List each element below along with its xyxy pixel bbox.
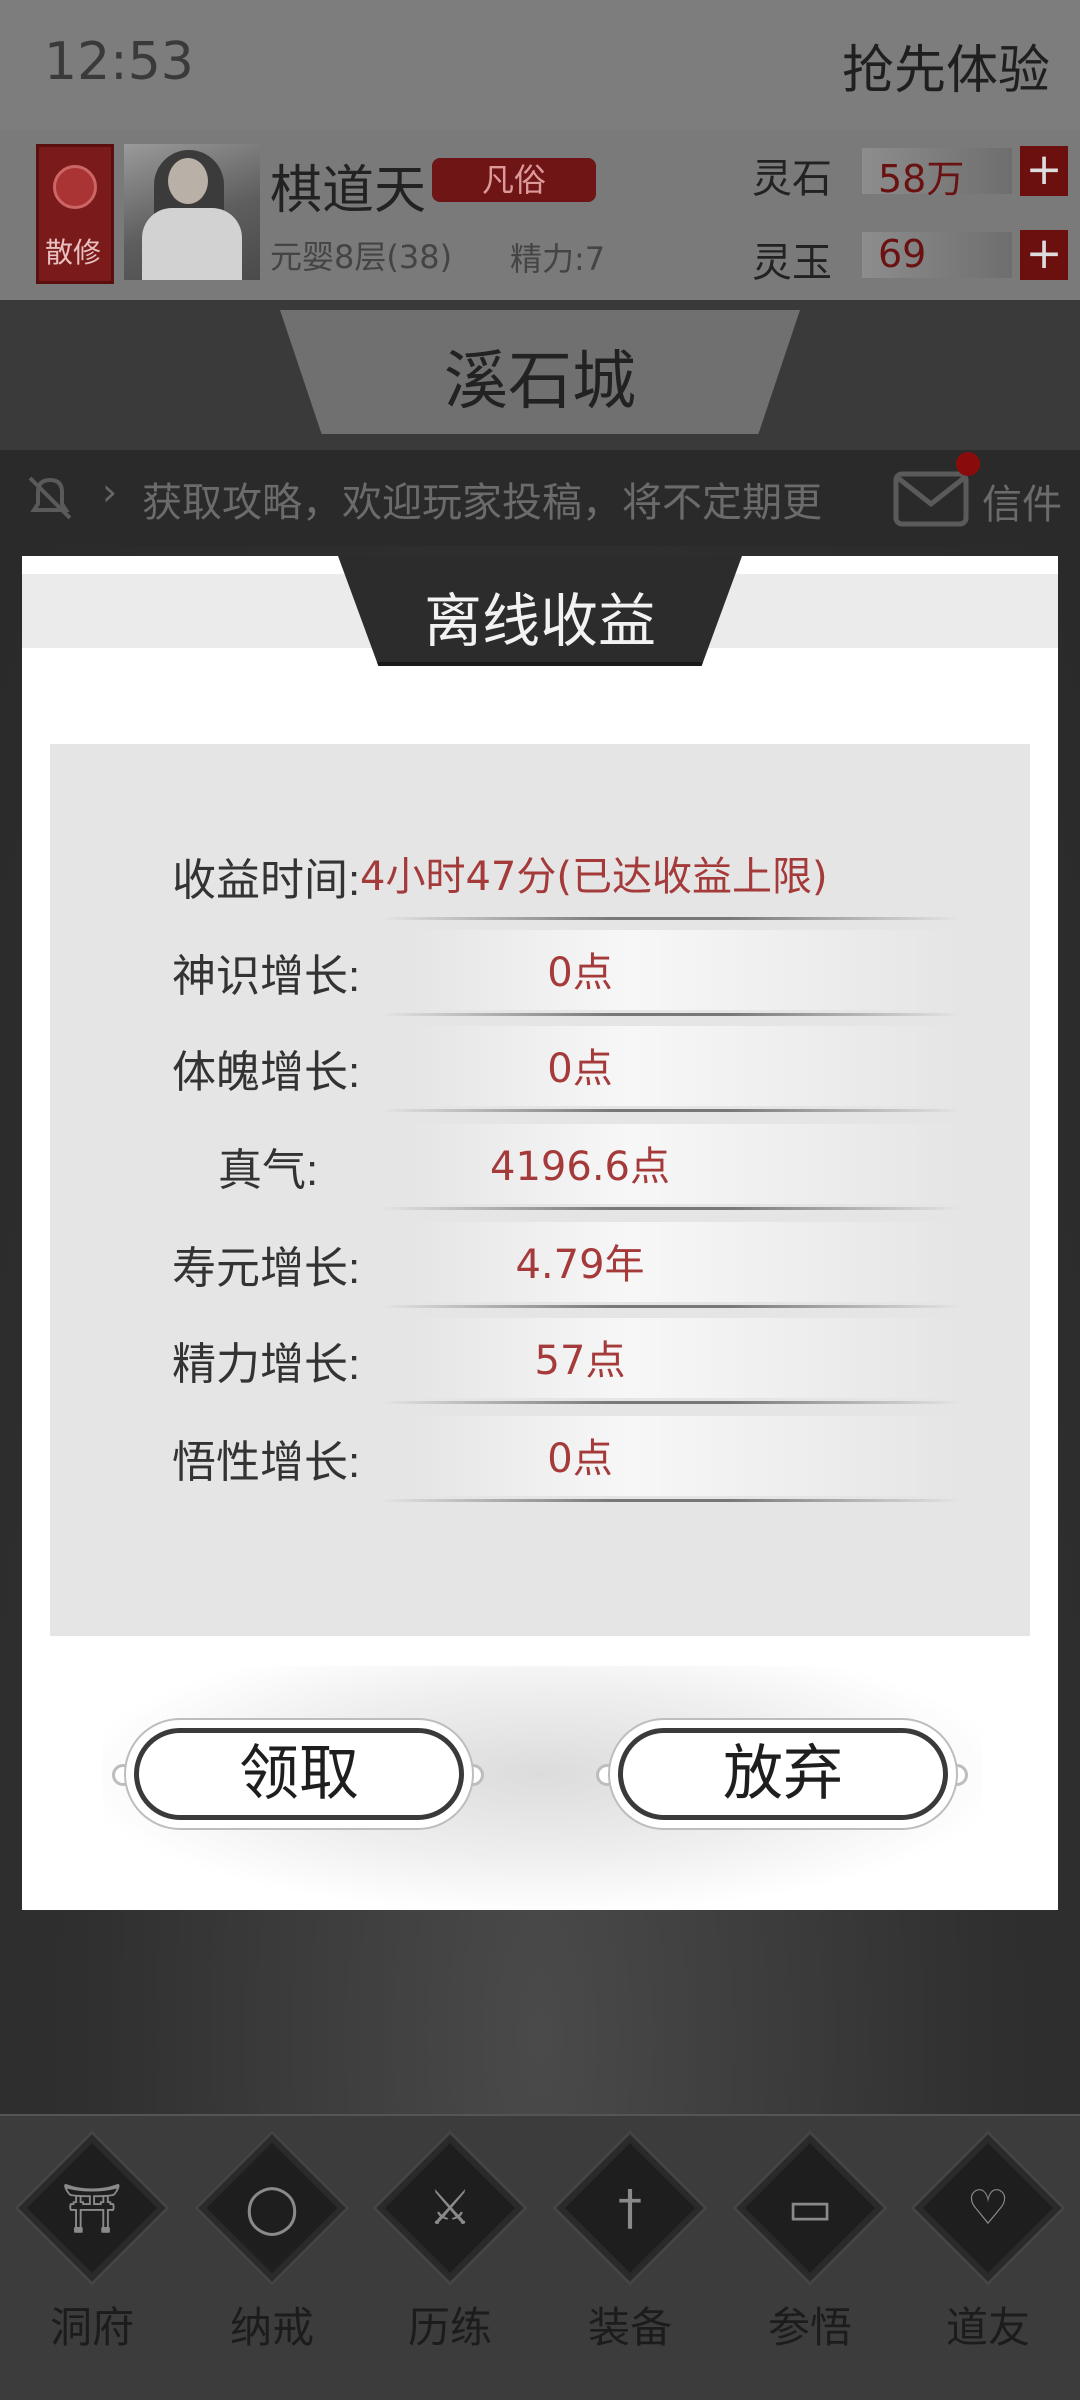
- rank-badge: 凡俗: [432, 158, 596, 202]
- nav-item-cave[interactable]: ⛩ 洞府: [0, 2116, 180, 2400]
- nav-item-friends[interactable]: ♡ 道友: [896, 2116, 1076, 2400]
- early-access-label[interactable]: 抢先体验: [842, 28, 1050, 103]
- nav-label: 装备: [587, 2303, 672, 2352]
- bottom-nav: ⛩ 洞府 ◯ 纳戒 ⚔ 历练 † 装备 ▭ 参悟 ♡ 道友: [0, 2114, 1080, 2400]
- spirit-stone-value: 58万: [878, 157, 965, 201]
- ring-icon: ◯: [245, 2180, 299, 2236]
- spirit-stone-row: 灵石 58万 +: [752, 144, 1072, 202]
- reward-value: 4196.6点: [490, 1144, 670, 1190]
- announcement-bell-icon[interactable]: [22, 470, 78, 526]
- reward-value: 0点: [547, 1436, 613, 1482]
- dialog-title: 离线收益: [423, 587, 656, 655]
- sect-label: 散修: [45, 236, 102, 269]
- nav-label: 纳戒: [229, 2303, 314, 2352]
- spirit-jade-row: 灵玉 69 +: [752, 228, 1072, 286]
- chevron-right-icon: ›: [102, 470, 118, 514]
- reward-row-energy: 精力增长: 57点: [50, 1308, 1030, 1404]
- status-bar: 12:53 抢先体验: [0, 0, 1080, 130]
- gate-icon: ⛩: [61, 2181, 123, 2237]
- nav-label: 历练: [407, 2303, 492, 2352]
- dagger-icon: †: [618, 2180, 642, 2236]
- handshake-icon: ♡: [966, 2180, 1010, 2236]
- nav-label: 道友: [945, 2303, 1030, 2352]
- mail-notification-dot: [956, 452, 980, 476]
- mail-icon[interactable]: [892, 468, 970, 530]
- nav-label: 洞府: [49, 2303, 134, 2352]
- add-spirit-stone-button[interactable]: +: [1020, 146, 1068, 196]
- nav-item-ring[interactable]: ◯ 纳戒: [180, 2116, 360, 2400]
- lotus-icon: [53, 165, 97, 209]
- cultivation-realm: 元婴8层(38): [270, 238, 453, 276]
- player-name: 棋道天: [270, 161, 427, 221]
- reward-row-physique: 体魄增长: 0点: [50, 1016, 1030, 1112]
- reward-value: 0点: [547, 950, 613, 996]
- sect-badge[interactable]: 散修: [36, 144, 114, 284]
- book-icon: ▭: [787, 2180, 833, 2236]
- energy-stat: 精力:7: [510, 240, 606, 278]
- claim-button[interactable]: 领取: [134, 1728, 464, 1820]
- player-bar: 散修 棋道天 凡俗 元婴8层(38) 精力:7 灵石 58万 + 灵玉 69 +: [0, 130, 1080, 300]
- spirit-jade-value: 69: [878, 232, 927, 276]
- reward-value: 0点: [547, 1046, 613, 1092]
- reward-value: 4小时47分(已达收益上限): [360, 854, 828, 900]
- reward-label: 收益时间:: [172, 856, 361, 905]
- reward-row-spirit-sense: 神识增长: 0点: [50, 920, 1030, 1016]
- avatar[interactable]: [124, 144, 260, 280]
- reward-row-lifespan: 寿元增长: 4.79年: [50, 1212, 1030, 1308]
- nav-label: 参悟: [767, 2303, 852, 2352]
- reward-value: 4.79年: [515, 1242, 645, 1288]
- status-time: 12:53: [44, 32, 194, 92]
- crossed-swords-icon: ⚔: [428, 2180, 472, 2236]
- city-name: 溪石城: [444, 345, 636, 419]
- nav-item-equipment[interactable]: † 装备: [538, 2116, 718, 2400]
- mail-label[interactable]: 信件: [982, 472, 1062, 530]
- spirit-jade-label: 灵玉: [752, 240, 832, 286]
- reward-row-true-qi: 真气: 4196.6点: [50, 1114, 1030, 1210]
- reward-row-duration: 收益时间: 4小时47分(已达收益上限): [50, 824, 1030, 920]
- reward-panel: 收益时间: 4小时47分(已达收益上限) 神识增长: 0点 体魄增长: 0点 真…: [50, 744, 1030, 1636]
- abandon-button[interactable]: 放弃: [618, 1728, 948, 1820]
- spirit-stone-label: 灵石: [752, 156, 832, 202]
- nav-item-training[interactable]: ⚔ 历练: [358, 2116, 538, 2400]
- offline-rewards-dialog: 离线收益 收益时间: 4小时47分(已达收益上限) 神识增长: 0点 体魄增长:…: [22, 556, 1058, 1910]
- nav-item-insight[interactable]: ▭ 参悟: [718, 2116, 898, 2400]
- notice-text[interactable]: 获取攻略，欢迎玩家投稿，将不定期更: [142, 470, 890, 528]
- reward-row-comprehension: 悟性增长: 0点: [50, 1406, 1030, 1502]
- reward-value: 57点: [534, 1338, 626, 1384]
- add-spirit-jade-button[interactable]: +: [1020, 230, 1068, 280]
